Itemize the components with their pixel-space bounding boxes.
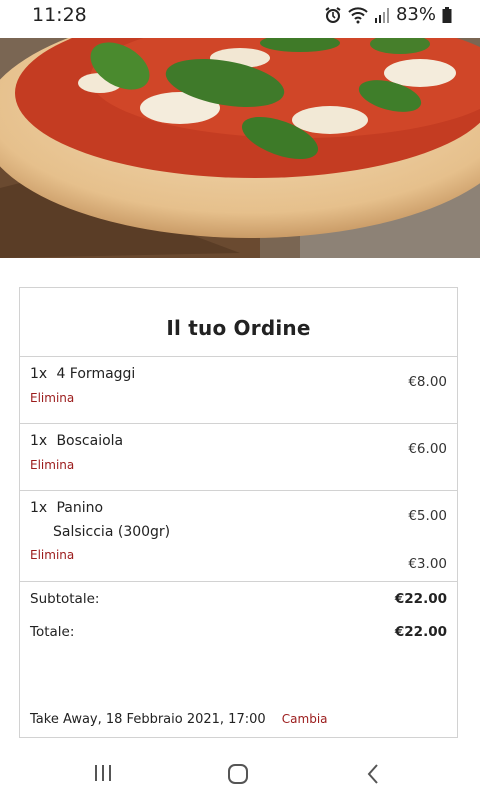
battery-icon <box>442 6 452 24</box>
item-qty: 1x <box>30 500 48 516</box>
status-bar: 11:28 83% <box>0 0 480 38</box>
order-title: Il tuo Ordine <box>166 316 311 340</box>
divider <box>20 581 457 582</box>
item-name: 4 Formaggi <box>56 366 136 382</box>
remove-item-link[interactable]: Elimina <box>30 458 74 472</box>
hero-pizza-image <box>0 38 480 258</box>
divider <box>20 356 457 357</box>
order-item-name: 1x 4 Formaggi <box>30 366 135 382</box>
order-summary-card: Il tuo Ordine 1x 4 Formaggi Elimina €8.0… <box>19 287 458 738</box>
divider <box>20 490 457 491</box>
divider <box>20 423 457 424</box>
item-option: Salsiccia (300gr) <box>53 524 171 540</box>
status-time: 11:28 <box>32 4 87 26</box>
wifi-icon <box>348 6 368 24</box>
delivery-info: Take Away, 18 Febbraio 2021, 17:00 Cambi… <box>30 712 328 727</box>
item-name: Panino <box>56 500 104 516</box>
item-qty: 1x <box>30 433 48 449</box>
item-price: €5.00 <box>408 508 447 524</box>
status-icons: 83% <box>324 4 452 25</box>
item-price: €6.00 <box>408 441 447 457</box>
remove-item-link[interactable]: Elimina <box>30 391 74 405</box>
signal-icon <box>374 6 390 24</box>
change-delivery-link[interactable]: Cambia <box>282 712 328 726</box>
remove-item-link[interactable]: Elimina <box>30 548 74 562</box>
battery-percent: 83% <box>395 4 436 25</box>
item-name: Boscaiola <box>56 433 124 449</box>
subtotal-value: €22.00 <box>394 591 447 607</box>
system-nav-bar <box>0 748 480 800</box>
item-price: €8.00 <box>408 374 447 390</box>
home-icon[interactable] <box>226 762 250 790</box>
option-price: €3.00 <box>408 556 447 572</box>
subtotal-label: Subtotale: <box>30 591 100 607</box>
total-label: Totale: <box>30 624 75 640</box>
order-item-name: 1x Panino <box>30 500 103 516</box>
total-value: €22.00 <box>394 624 447 640</box>
item-qty: 1x <box>30 366 48 382</box>
alarm-icon <box>324 6 342 24</box>
recents-icon[interactable] <box>92 762 114 788</box>
order-item-name: 1x Boscaiola <box>30 433 123 449</box>
delivery-text: Take Away, 18 Febbraio 2021, 17:00 <box>30 712 266 727</box>
back-icon[interactable] <box>364 762 384 790</box>
